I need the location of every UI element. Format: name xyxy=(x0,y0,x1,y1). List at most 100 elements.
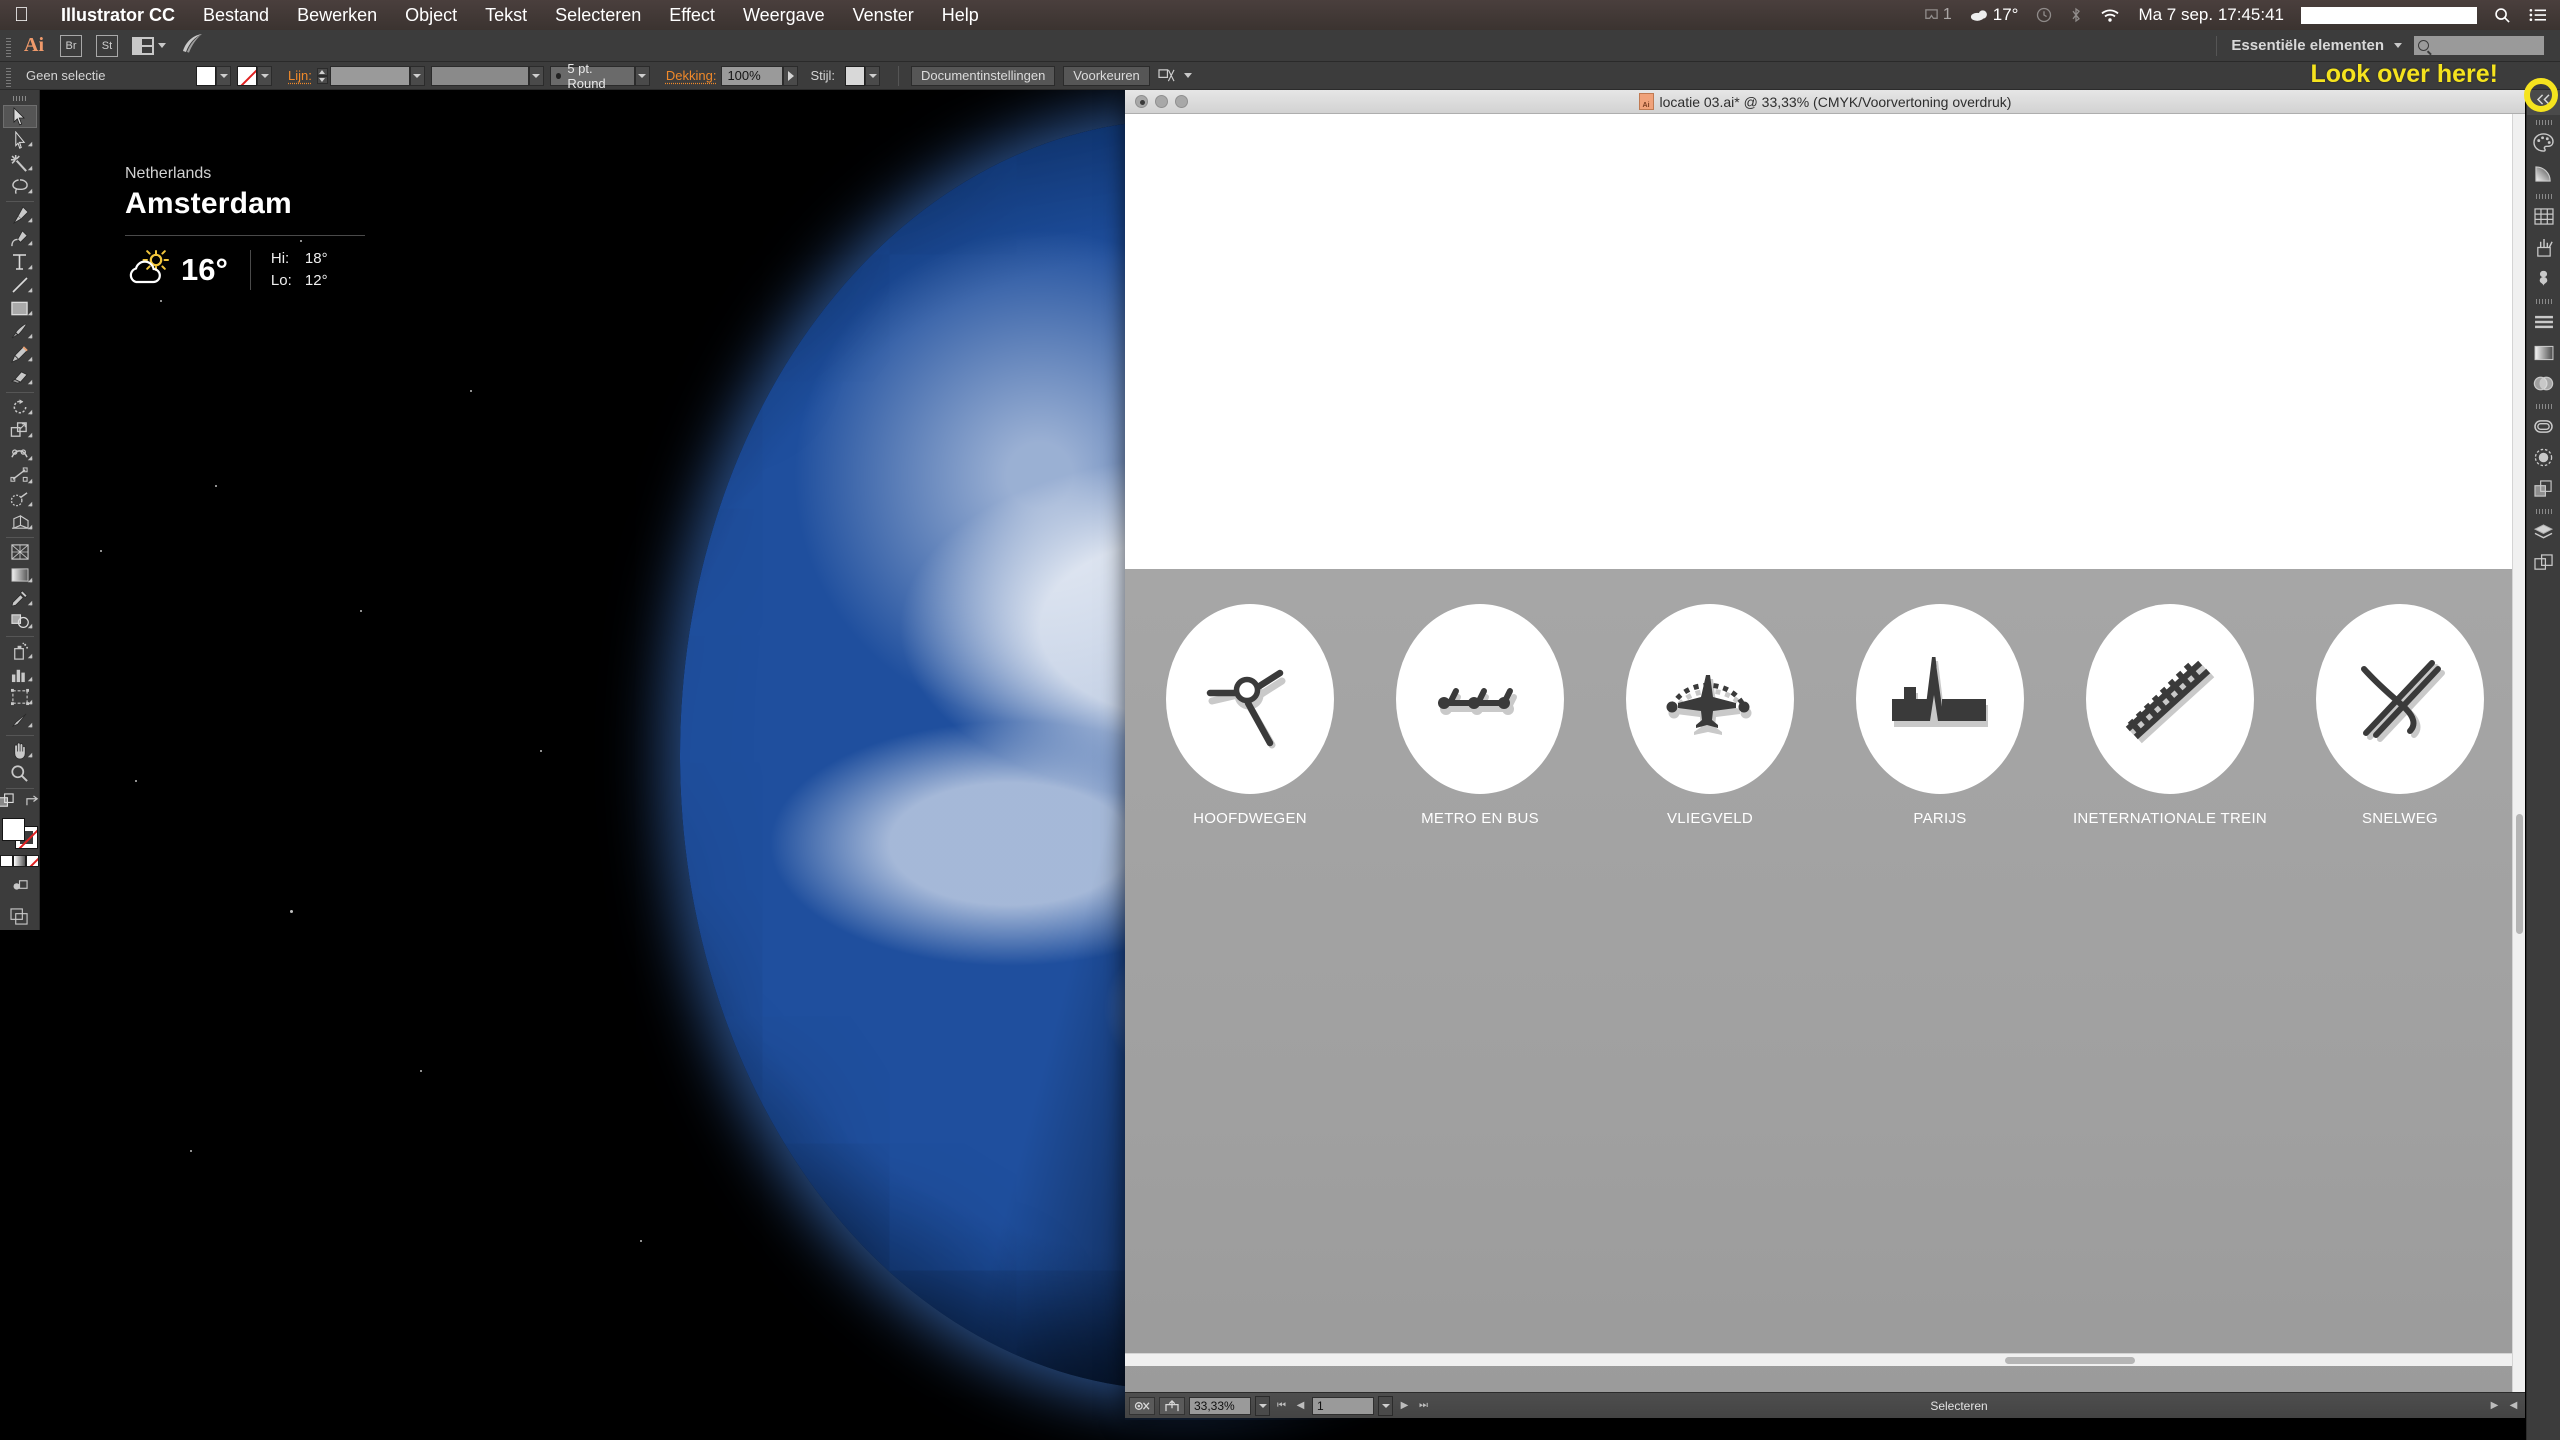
prev-artboard-icon[interactable]: ◀ xyxy=(1293,1397,1308,1415)
solid-color-button[interactable] xyxy=(0,855,13,868)
menu-item-object[interactable]: Object xyxy=(391,5,471,26)
stroke-weight-stepper[interactable] xyxy=(316,67,328,84)
fill-swatch[interactable] xyxy=(1,818,25,842)
brush-definition-field[interactable]: 5 pt. Round xyxy=(549,61,635,91)
none-color-button[interactable] xyxy=(26,855,39,868)
icon-disc[interactable] xyxy=(1856,604,2024,794)
zoom-tool[interactable] xyxy=(3,762,37,785)
menu-app-name[interactable]: Illustrator CC xyxy=(47,5,189,26)
stroke-color-control[interactable] xyxy=(237,65,272,86)
dock-group-grip[interactable] xyxy=(2535,509,2552,514)
workspace-selector[interactable]: Essentiële elementen xyxy=(2231,37,2384,54)
controlbar-grip[interactable] xyxy=(4,64,14,87)
chevron-down-icon[interactable] xyxy=(1183,73,1192,78)
gradient2-panel-icon[interactable] xyxy=(2527,337,2560,368)
transparency-panel-icon[interactable] xyxy=(2527,368,2560,399)
blend-tool[interactable] xyxy=(3,610,37,633)
layers-panel-icon[interactable] xyxy=(2527,516,2560,547)
clock-icon[interactable] xyxy=(2027,7,2061,23)
fill-swatch[interactable] xyxy=(196,65,216,86)
apple-logo-icon[interactable]:  xyxy=(0,5,47,25)
graphic-style-swatch[interactable] xyxy=(845,65,865,86)
gradient-tool[interactable] xyxy=(3,564,37,587)
fill-color-control[interactable] xyxy=(196,65,231,86)
list-icon[interactable] xyxy=(2520,8,2560,22)
menu-item-selecteren[interactable]: Selecteren xyxy=(541,5,655,26)
artboard-tool[interactable] xyxy=(3,686,37,709)
stroke-weight-control[interactable] xyxy=(316,65,425,86)
artwork-item-hoofdwegen[interactable]: HOOFDWEGEN xyxy=(1135,604,1365,827)
dock-group-grip[interactable] xyxy=(2535,299,2552,304)
icon-disc[interactable] xyxy=(2086,604,2254,794)
artwork-item-inetrnationale-trein[interactable]: INETERNATIONALE TREIN xyxy=(2055,604,2285,827)
free-transform-tool[interactable] xyxy=(3,465,37,488)
lasso-tool[interactable] xyxy=(3,175,37,198)
selection-tool[interactable] xyxy=(2,105,37,129)
icon-disc[interactable] xyxy=(2316,604,2484,794)
rotate-tool[interactable] xyxy=(3,396,37,419)
fill-dropdown-button[interactable] xyxy=(216,65,231,86)
symbols-panel-icon[interactable] xyxy=(2527,263,2560,294)
curvature-tool[interactable] xyxy=(3,227,37,250)
artwork-item-metro-en-bus[interactable]: METRO EN BUS xyxy=(1365,604,1595,827)
stroke-profile-control[interactable] xyxy=(430,65,544,86)
document-title-bar[interactable]: Ai locatie 03.ai* @ 33,33% (CMYK/Voorver… xyxy=(1125,90,2525,114)
scrollbar-thumb[interactable] xyxy=(2516,814,2523,934)
libraries-panel-icon[interactable] xyxy=(2527,411,2560,442)
stock-button[interactable]: St xyxy=(96,34,118,57)
menu-search-field[interactable] xyxy=(2301,6,2477,24)
screen-mode-icon[interactable] xyxy=(10,908,29,930)
menu-item-bewerken[interactable]: Bewerken xyxy=(283,5,391,26)
artboard-dropdown[interactable] xyxy=(1378,1395,1393,1416)
opacity-flyout-button[interactable] xyxy=(783,65,799,86)
shape-builder-tool[interactable] xyxy=(3,488,37,511)
stroke-weight-dropdown[interactable] xyxy=(409,65,425,86)
direct-selection-tool[interactable] xyxy=(3,128,37,151)
bluetooth-icon[interactable] xyxy=(2061,7,2091,23)
scrollbar-thumb[interactable] xyxy=(2005,1357,2135,1364)
brush-definition-dropdown[interactable] xyxy=(634,65,650,86)
document-canvas[interactable]: HOOFDWEGEN METRO EN BUS VLIEGVELD PARIJS… xyxy=(1125,114,2525,1392)
feather-icon[interactable] xyxy=(180,32,206,59)
perspective-grid-tool[interactable] xyxy=(3,511,37,534)
stroke-weight-field[interactable] xyxy=(329,65,410,86)
artboard-number-field[interactable]: 1 xyxy=(1312,1396,1374,1415)
align-panel-icon[interactable] xyxy=(2527,306,2560,337)
menu-item-help[interactable]: Help xyxy=(928,5,993,26)
artwork-item-vliegveld[interactable]: VLIEGVELD xyxy=(1595,604,1825,827)
icon-disc[interactable] xyxy=(1166,604,1334,794)
bridge-button[interactable]: Br xyxy=(60,34,82,57)
opacity-field[interactable]: 100% xyxy=(721,65,784,86)
swatches-panel-icon[interactable] xyxy=(2527,201,2560,232)
controlbar-overflow-icon[interactable] xyxy=(1158,68,1192,83)
fill-stroke-swatches[interactable] xyxy=(1,818,38,850)
width-tool[interactable] xyxy=(3,442,37,465)
appearance-panel-icon[interactable] xyxy=(2527,442,2560,473)
weather-status-item[interactable]: 17° xyxy=(1961,5,2028,25)
appbar-grip[interactable] xyxy=(4,34,14,57)
next-artboard-icon[interactable]: ▶ xyxy=(1397,1397,1412,1415)
eyedropper-tool[interactable] xyxy=(3,587,37,610)
status-menu-icon[interactable]: ▶ xyxy=(2487,1397,2502,1415)
color-panel-icon[interactable] xyxy=(2527,127,2560,158)
stroke-profile-dropdown[interactable] xyxy=(528,65,544,86)
paintbrush-tool[interactable] xyxy=(3,320,37,343)
status-resize-icon[interactable]: ◀ xyxy=(2506,1397,2521,1415)
artboards-panel-icon[interactable] xyxy=(2527,547,2560,578)
first-artboard-icon[interactable]: ⏮ xyxy=(1274,1397,1289,1415)
stroke-swatch-none[interactable] xyxy=(237,65,257,86)
horizontal-scrollbar[interactable] xyxy=(1125,1353,2512,1366)
line-segment-tool[interactable] xyxy=(3,274,37,297)
artwork-item-snelweg[interactable]: SNELWEG xyxy=(2285,604,2515,827)
help-search-input[interactable] xyxy=(2414,36,2544,55)
menu-datetime[interactable]: Ma 7 sep. 17:45:41 xyxy=(2129,5,2293,25)
brush-definition-control[interactable]: 5 pt. Round xyxy=(549,61,650,91)
icon-disc[interactable] xyxy=(1626,604,1794,794)
preferences-button[interactable]: Voorkeuren xyxy=(1063,65,1150,86)
zoom-level-dropdown[interactable] xyxy=(1255,1395,1270,1416)
draw-mode-icon[interactable] xyxy=(11,877,29,898)
zoom-level-field[interactable]: 33,33% xyxy=(1189,1396,1251,1415)
symbol-sprayer-tool[interactable] xyxy=(3,640,37,663)
last-artboard-icon[interactable]: ⏭ xyxy=(1416,1397,1431,1415)
rectangle-tool[interactable] xyxy=(3,297,37,320)
